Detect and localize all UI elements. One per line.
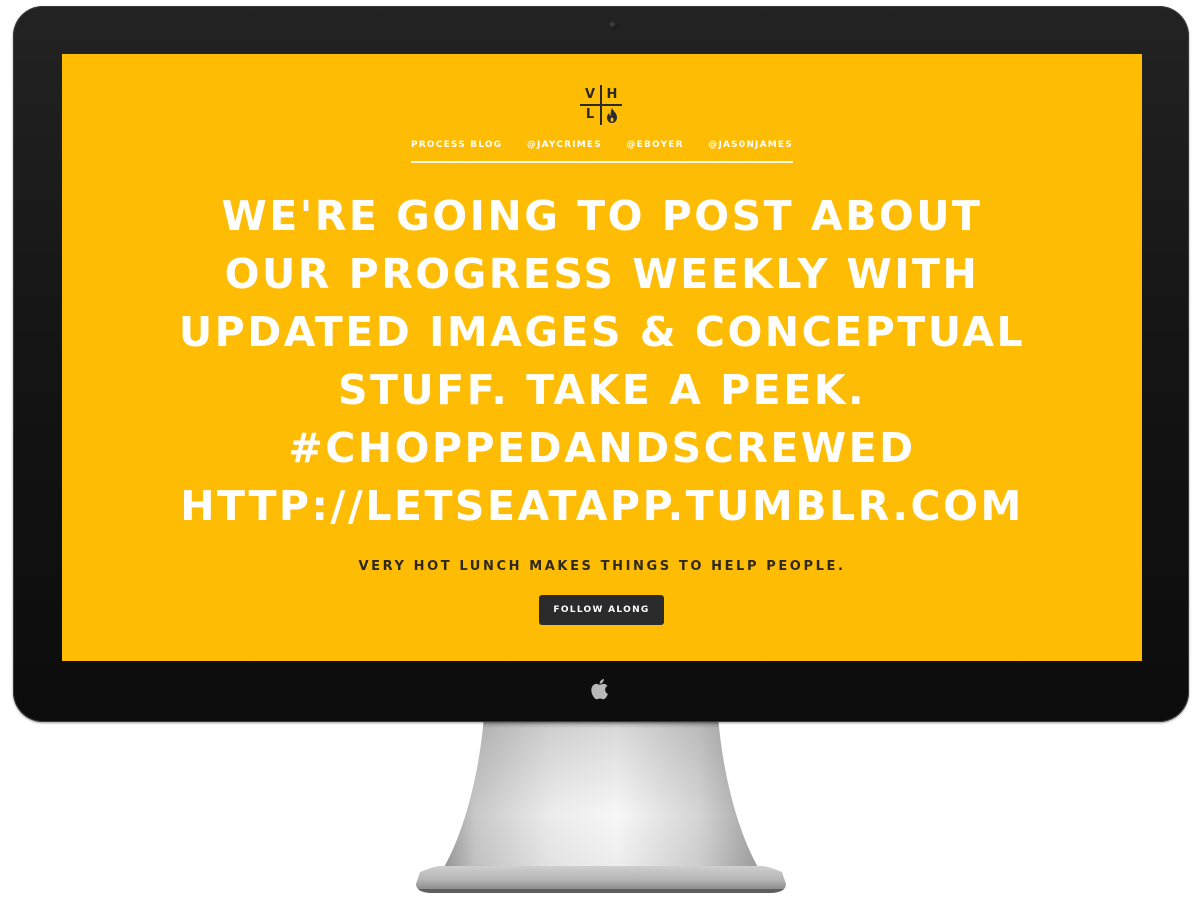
nav-link-process-blog[interactable]: PROCESS BLOG [411,139,502,151]
headline-line: UPDATED IMAGES & CONCEPTUAL [178,308,1026,356]
follow-along-button[interactable]: FOLLOW ALONG [539,595,664,625]
headline-line: WE'RE GOING TO POST ABOUT [221,192,983,240]
tagline: VERY HOT LUNCH MAKES THINGS TO HELP PEOP… [358,559,846,574]
nav-link-eboyer[interactable]: @EBOYER [626,139,683,151]
headline-line: STUFF. TAKE A PEEK. [337,366,867,414]
headline-line: OUR PROGRESS WEEKLY WITH [224,250,980,298]
logo-letter-l: L [585,107,595,122]
vhl-logo[interactable]: V H L [580,85,622,125]
top-nav: PROCESS BLOG @JAYCRIMES @EBOYER @JAS0NJA… [411,139,793,163]
logo-letter-v: V [584,87,596,102]
website-screen: V H L PROCESS BLOG @JAYCRIMES @EBOYER @J… [62,54,1142,661]
hero-headline: WE'RE GOING TO POST ABOUT OUR PROGRESS W… [102,187,1102,535]
monitor-mockup: V H L PROCESS BLOG @JAYCRIMES @EBOYER @J… [0,0,1200,909]
nav-link-jasonjames[interactable]: @JAS0NJAMES [708,139,793,151]
headline-line: #CHOPPEDANDSCREWED [288,424,916,472]
logo-letter-h: H [606,87,618,102]
flame-icon [607,108,617,123]
headline-line-link[interactable]: HTTP://LETSEATAPP.TUMBLR.COM [102,477,1102,535]
apple-icon [591,679,608,700]
camera-icon [609,21,617,29]
nav-link-jaycrimes[interactable]: @JAYCRIMES [527,139,602,151]
